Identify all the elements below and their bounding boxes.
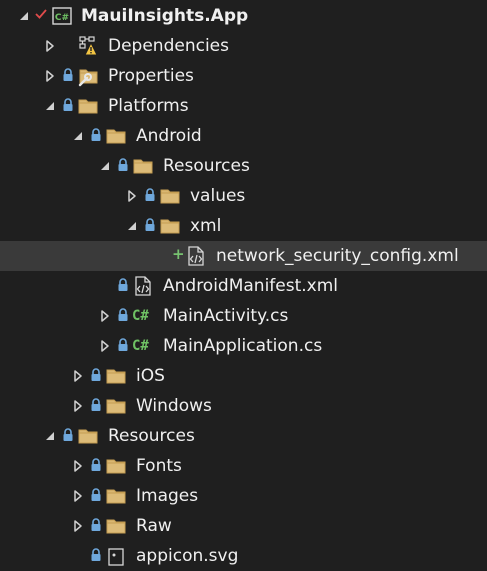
lock-icon <box>90 458 102 472</box>
lock-icon <box>144 218 156 232</box>
lock-icon <box>62 98 74 112</box>
collapse-arrow-icon[interactable] <box>44 429 56 443</box>
folder-icon <box>105 395 127 417</box>
folder-icon <box>105 365 127 387</box>
tree-item-platforms[interactable]: Platforms <box>0 91 487 121</box>
collapse-arrow-icon[interactable] <box>99 159 111 173</box>
tree-item-windows[interactable]: Windows <box>0 391 487 421</box>
lock-icon <box>62 428 74 442</box>
collapse-arrow-icon[interactable] <box>72 129 84 143</box>
lock-icon <box>90 398 102 412</box>
expand-arrow-icon[interactable] <box>99 309 111 323</box>
lock-icon <box>90 128 102 142</box>
tree-item-label: Android <box>136 126 202 146</box>
xml-file-icon <box>185 245 207 267</box>
lock-icon <box>90 368 102 382</box>
lock-icon <box>62 68 74 82</box>
tree-item-label: Resources <box>163 156 250 176</box>
xml-file-icon <box>132 275 154 297</box>
tree-item-label: MauiInsights.App <box>81 6 249 26</box>
csharp-file-icon: C# <box>132 338 149 354</box>
tree-item-label: values <box>190 186 246 206</box>
folder-icon <box>105 455 127 477</box>
properties-folder-icon <box>77 65 99 87</box>
tree-item-label: Properties <box>108 66 194 86</box>
tree-item-label: Raw <box>136 516 172 536</box>
folder-icon <box>132 155 154 177</box>
tree-item-label: Windows <box>136 396 212 416</box>
lock-icon <box>117 158 129 172</box>
tree-item-xml[interactable]: xml <box>0 211 487 241</box>
expand-arrow-icon[interactable] <box>72 369 84 383</box>
tree-item-label: iOS <box>136 366 165 386</box>
tree-item-label: Dependencies <box>108 36 229 56</box>
folder-icon <box>77 425 99 447</box>
tree-item-label: network_security_config.xml <box>216 246 459 266</box>
lock-icon <box>90 548 102 562</box>
tree-item-android[interactable]: Android <box>0 121 487 151</box>
expand-arrow-icon[interactable] <box>72 459 84 473</box>
expand-arrow-icon[interactable] <box>99 339 111 353</box>
expand-arrow-icon[interactable] <box>126 189 138 203</box>
folder-icon <box>105 125 127 147</box>
expand-arrow-icon[interactable] <box>44 69 56 83</box>
tree-item-label: AndroidManifest.xml <box>163 276 339 296</box>
tree-item-dependencies[interactable]: Dependencies <box>0 31 487 61</box>
lock-icon <box>117 278 129 292</box>
tree-item-raw[interactable]: Raw <box>0 511 487 541</box>
tree-item-android-resources[interactable]: Resources <box>0 151 487 181</box>
tree-item-ios[interactable]: iOS <box>0 361 487 391</box>
tree-item-properties[interactable]: Properties <box>0 61 487 91</box>
added-status-icon: + <box>172 245 185 263</box>
tree-item-images[interactable]: Images <box>0 481 487 511</box>
dependencies-warning-icon <box>77 35 99 57</box>
lock-icon <box>90 518 102 532</box>
tree-item-mainapplication[interactable]: C# MainApplication.cs <box>0 331 487 361</box>
folder-icon <box>77 95 99 117</box>
tree-item-fonts[interactable]: Fonts <box>0 451 487 481</box>
tree-item-label: Platforms <box>108 96 189 116</box>
lock-icon <box>144 188 156 202</box>
expand-arrow-icon[interactable] <box>72 519 84 533</box>
expand-arrow-icon[interactable] <box>44 39 56 53</box>
tree-item-mainactivity[interactable]: C# MainActivity.cs <box>0 301 487 331</box>
tree-item-label: Fonts <box>136 456 182 476</box>
lock-icon <box>117 338 129 352</box>
folder-icon <box>105 515 127 537</box>
csharp-project-icon <box>51 5 73 27</box>
tree-item-label: Resources <box>108 426 195 446</box>
solution-explorer-tree: MauiInsights.App Dependencies Properties… <box>0 0 487 566</box>
checkmark-icon <box>35 9 47 19</box>
lock-icon <box>117 308 129 322</box>
tree-item-resources[interactable]: Resources <box>0 421 487 451</box>
tree-item-project[interactable]: MauiInsights.App <box>0 1 487 31</box>
csharp-file-icon: C# <box>132 308 149 324</box>
tree-item-values[interactable]: values <box>0 181 487 211</box>
tree-item-label: MainApplication.cs <box>163 336 323 356</box>
tree-item-label: xml <box>190 216 222 236</box>
tree-item-androidmanifest[interactable]: AndroidManifest.xml <box>0 271 487 301</box>
collapse-arrow-icon[interactable] <box>126 219 138 233</box>
tree-item-network-security-config[interactable]: + network_security_config.xml <box>0 241 487 271</box>
folder-icon <box>105 485 127 507</box>
collapse-arrow-icon[interactable] <box>44 99 56 113</box>
expand-arrow-icon[interactable] <box>72 489 84 503</box>
collapse-arrow-icon[interactable] <box>18 9 30 23</box>
svg-file-icon <box>105 545 127 567</box>
expand-arrow-icon[interactable] <box>72 399 84 413</box>
tree-item-appicon[interactable]: appicon.svg <box>0 541 487 571</box>
tree-item-label: Images <box>136 486 199 506</box>
folder-icon <box>159 215 181 237</box>
tree-item-label: appicon.svg <box>136 546 239 566</box>
folder-icon <box>159 185 181 207</box>
tree-item-label: MainActivity.cs <box>163 306 289 326</box>
lock-icon <box>90 488 102 502</box>
